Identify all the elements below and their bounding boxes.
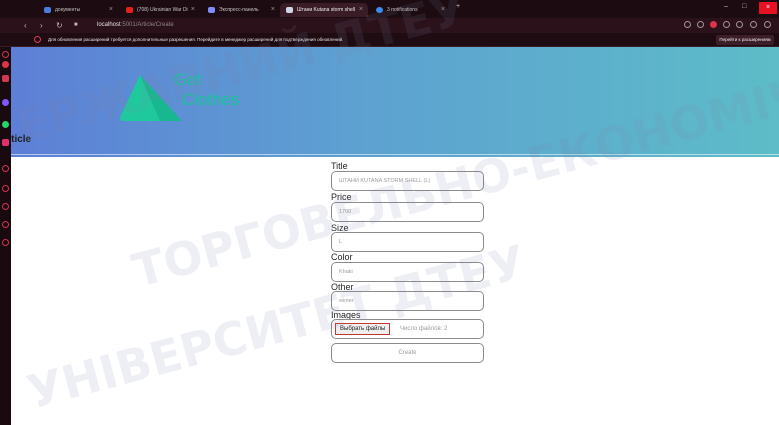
search-icon[interactable] bbox=[684, 21, 691, 28]
infobar-message: Для обновления расширений требуется допо… bbox=[48, 37, 344, 42]
tab-label: Штани Kutana storm shell bbox=[297, 7, 355, 13]
tab-label: 3 notifications bbox=[387, 7, 418, 13]
address-input[interactable]: localhost:5001/Article/Create bbox=[97, 20, 174, 31]
window-close-icon[interactable]: × bbox=[759, 2, 777, 14]
tab-label: документы bbox=[55, 7, 81, 13]
download-icon[interactable] bbox=[750, 21, 757, 28]
speed-dial-icon bbox=[208, 7, 215, 13]
forward-icon[interactable]: › bbox=[40, 20, 43, 31]
web-page: Get Clothes Article Title ШТАНИ KUTANA S… bbox=[11, 47, 779, 425]
play-icon[interactable] bbox=[723, 21, 730, 28]
tab-youtube[interactable]: (708) Ukrainian War Di × bbox=[120, 3, 200, 17]
page-title: Article bbox=[11, 134, 32, 145]
home-icon[interactable] bbox=[2, 51, 9, 58]
other-input[interactable]: winter bbox=[331, 291, 484, 311]
close-icon[interactable]: × bbox=[191, 3, 195, 17]
logo-text-clothes: Clothes bbox=[182, 90, 240, 109]
close-icon[interactable]: × bbox=[359, 3, 363, 17]
logo-text-get: Get bbox=[174, 70, 202, 89]
size-input[interactable]: L bbox=[331, 232, 484, 252]
close-icon[interactable]: × bbox=[441, 3, 445, 17]
title-input[interactable]: ШТАНИ KUTANA STORM SHELL (L) bbox=[331, 171, 484, 191]
settings-icon[interactable] bbox=[2, 221, 9, 228]
maximize-icon[interactable]: □ bbox=[742, 3, 746, 10]
close-icon[interactable]: × bbox=[109, 3, 113, 17]
instagram-icon[interactable] bbox=[2, 139, 9, 146]
youtube-icon bbox=[126, 7, 133, 13]
browser-tab-bar: документы × (708) Ukrainian War Di × Экс… bbox=[0, 0, 779, 18]
site-logo[interactable]: Get Clothes bbox=[116, 70, 240, 151]
whatsapp-icon[interactable] bbox=[2, 121, 9, 128]
lock-icon: ■ bbox=[74, 22, 78, 28]
color-label: Color bbox=[331, 252, 353, 262]
file-count-text: Число файлов: 2 bbox=[400, 326, 448, 332]
tab-label: (708) Ukrainian War Di bbox=[137, 7, 188, 13]
address-bar-row: ‹ › ↻ ■ localhost:5001/Article/Create bbox=[0, 18, 779, 33]
create-button[interactable]: Create bbox=[331, 343, 484, 363]
bookmark-icon[interactable] bbox=[2, 61, 9, 68]
extension-update-infobar: Для обновления расширений требуется допо… bbox=[0, 33, 779, 47]
messenger-icon[interactable] bbox=[2, 99, 9, 106]
warning-icon bbox=[34, 36, 41, 43]
tab-article[interactable]: Штани Kutana storm shell × bbox=[280, 3, 368, 17]
price-input[interactable]: 1700 bbox=[331, 202, 484, 222]
tab-documents[interactable]: документы × bbox=[38, 3, 118, 17]
extensions-icon[interactable] bbox=[697, 21, 704, 28]
tab-label: Экспресс-панель bbox=[219, 7, 259, 13]
minimize-icon[interactable]: – bbox=[724, 3, 728, 10]
tab-favicon bbox=[44, 7, 51, 13]
history-icon[interactable] bbox=[2, 75, 9, 82]
images-file-input[interactable]: Выбрать файлы Число файлов: 2 bbox=[331, 319, 484, 339]
notification-icon bbox=[376, 7, 383, 13]
price-label: Price bbox=[331, 192, 352, 202]
clock-icon[interactable] bbox=[2, 165, 9, 172]
hero-banner: Get Clothes Article bbox=[11, 47, 779, 157]
record-icon[interactable] bbox=[710, 21, 717, 28]
new-tab-icon[interactable]: + bbox=[456, 3, 460, 10]
header-divider bbox=[11, 154, 779, 155]
reload-icon[interactable]: ↻ bbox=[56, 20, 63, 31]
heart-icon[interactable] bbox=[736, 21, 743, 28]
tab-notifications[interactable]: 3 notifications × bbox=[370, 3, 450, 17]
page-icon bbox=[286, 7, 293, 13]
player-icon[interactable] bbox=[2, 185, 9, 192]
wallet-icon[interactable] bbox=[2, 203, 9, 210]
color-input[interactable]: Khaki bbox=[331, 262, 484, 282]
choose-files-button[interactable]: Выбрать файлы bbox=[335, 323, 391, 335]
tab-speed-dial[interactable]: Экспресс-панель × bbox=[202, 3, 280, 17]
url-path: :5001/Article/Create bbox=[120, 22, 174, 28]
title-label: Title bbox=[331, 161, 348, 171]
close-icon[interactable]: × bbox=[271, 3, 275, 17]
menu-icon[interactable] bbox=[764, 21, 771, 28]
browser-sidebar bbox=[0, 47, 11, 425]
back-icon[interactable]: ‹ bbox=[24, 20, 27, 31]
go-to-extensions-button[interactable]: Перейти к расширениям bbox=[716, 35, 774, 45]
more-icon[interactable] bbox=[2, 239, 9, 246]
url-host: localhost bbox=[97, 22, 121, 28]
